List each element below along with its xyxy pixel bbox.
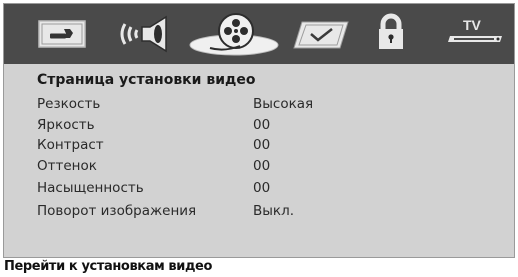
setting-value: Высокая (253, 96, 314, 112)
tab-general-setup[interactable] (32, 4, 92, 64)
status-text: Перейти к установкам видео (4, 259, 213, 274)
setting-label: Насыщенность (37, 180, 144, 196)
film-reel-icon (189, 13, 279, 56)
setting-value: 00 (253, 137, 271, 153)
tab-preference[interactable] (292, 4, 352, 64)
setting-label: Оттенок (37, 158, 97, 174)
setting-row-sharpness[interactable]: Резкость Высокая (37, 96, 477, 114)
setting-value: Выкл. (253, 203, 294, 219)
setting-label: Поворот изображения (37, 203, 197, 219)
setting-label: Резкость (37, 96, 101, 112)
setting-row-brightness[interactable]: Яркость 00 (37, 117, 477, 135)
wrench-icon (38, 20, 86, 48)
tv-icon: TV (448, 17, 502, 42)
tab-password[interactable] (371, 4, 411, 64)
page-title: Страница установки видео (37, 72, 256, 88)
tab-video-setup[interactable] (188, 4, 280, 64)
setting-value: 00 (253, 180, 271, 196)
status-bar: Перейти к установкам видео (0, 258, 518, 277)
setting-value: 00 (253, 158, 271, 174)
setting-row-image-rotation[interactable]: Поворот изображения Выкл. (37, 203, 477, 221)
checkmark-icon (293, 21, 349, 49)
setting-row-saturation[interactable]: Насыщенность 00 (37, 180, 477, 198)
tab-bar: TV (4, 4, 514, 64)
tv-label: TV (463, 17, 482, 33)
speaker-icon (120, 15, 167, 53)
setting-value: 00 (253, 117, 271, 133)
setting-row-hue[interactable]: Оттенок 00 (37, 158, 477, 176)
video-setup-screen: TV Страница установки видео Резкость Выс… (3, 3, 515, 258)
setting-label: Контраст (37, 137, 104, 153)
setting-label: Яркость (37, 117, 95, 133)
tab-audio-setup[interactable] (114, 4, 178, 64)
padlock-icon (379, 13, 403, 49)
setting-row-contrast[interactable]: Контраст 00 (37, 137, 477, 155)
tab-tv[interactable]: TV (444, 4, 506, 64)
